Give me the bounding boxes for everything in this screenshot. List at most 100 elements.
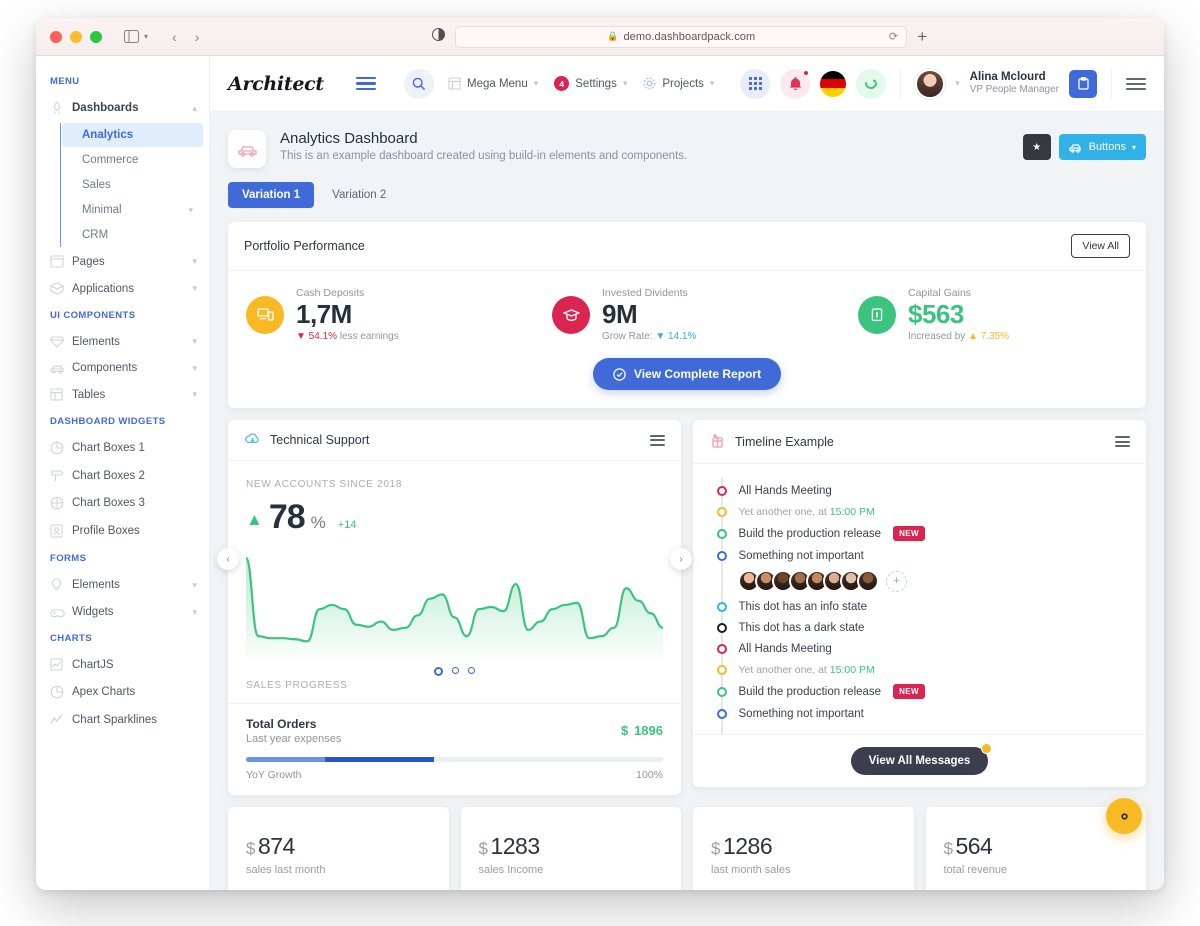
reload-icon[interactable]: ⟳ <box>889 30 898 43</box>
timeline-item[interactable]: Something not important <box>715 703 1128 724</box>
chevron-down-icon[interactable]: ▾ <box>192 283 197 294</box>
timeline-item[interactable]: All Hands Meeting <box>715 638 1128 659</box>
sidebar-item-pages[interactable]: Pages ▾ <box>36 248 209 275</box>
graduation-cap-icon <box>552 295 590 334</box>
pie-chart-icon <box>50 685 72 699</box>
app-logo[interactable]: Architect <box>228 73 356 95</box>
sidebar-item-tables[interactable]: Tables ▾ <box>36 381 209 408</box>
sidebar-item-elements[interactable]: Elements ▾ <box>36 328 209 355</box>
timeline-item[interactable]: Build the production release NEW <box>715 522 1128 545</box>
timeline-item[interactable]: All Hands Meeting <box>715 480 1128 501</box>
timeline-dot-warn <box>716 506 727 517</box>
topnav-item-projects[interactable]: Projects ▾ <box>643 77 714 90</box>
sidebar-item-analytics[interactable]: Analytics <box>62 123 203 147</box>
carousel-next-button[interactable]: › <box>670 548 692 571</box>
sidebar-item-applications[interactable]: Applications ▾ <box>36 275 209 302</box>
tab-variation-2[interactable]: Variation 2 <box>318 182 400 208</box>
menu-lines-icon[interactable] <box>650 434 665 446</box>
forward-button[interactable]: › <box>195 29 200 45</box>
view-all-button[interactable]: View All <box>1071 234 1130 258</box>
sidebar-toggle-icon[interactable]: ▾ <box>124 30 148 43</box>
view-complete-report-button[interactable]: View Complete Report <box>592 358 782 391</box>
sidebar-item-elements[interactable]: Elements ▾ <box>36 571 209 599</box>
chevron-down-icon[interactable]: ▾ <box>192 580 197 591</box>
sidebar-item-dashboards[interactable]: Dashboards ▴ <box>36 94 209 122</box>
sidebar-item-minimal[interactable]: Minimal ▾ <box>62 198 203 222</box>
metric-label: NEW ACCOUNTS SINCE 2018 <box>246 479 403 491</box>
grid-icon <box>448 77 461 90</box>
menu-lines-icon[interactable] <box>1115 436 1130 448</box>
back-button[interactable]: ‹ <box>172 29 177 45</box>
chevron-down-icon[interactable]: ▾ <box>192 363 197 374</box>
view-all-messages-button[interactable]: View All Messages <box>850 743 993 776</box>
kpi-trend: Grow Rate: ▼ 14.1% <box>602 331 697 343</box>
sidebar-item-label: Components <box>72 362 138 374</box>
add-member-button[interactable]: + <box>886 570 907 592</box>
carousel-dot-1[interactable] <box>434 667 443 677</box>
window-traffic-lights[interactable] <box>50 30 102 43</box>
tab-variation-1[interactable]: Variation 1 <box>228 182 315 208</box>
sidebar-item-chart-boxes-3[interactable]: Chart Boxes 3 <box>36 489 209 517</box>
sidebar-subitem-label: Sales <box>82 179 111 191</box>
chevron-down-icon[interactable]: ▾ <box>192 607 197 618</box>
clipboard-icon[interactable] <box>1069 69 1097 98</box>
buttons-dropdown-button[interactable]: Buttons ▾ <box>1058 134 1146 160</box>
browser-nav-arrows[interactable]: ‹ › <box>172 29 199 45</box>
page-subtitle: This is an example dashboard created usi… <box>280 150 688 162</box>
topnav-item-mega-menu[interactable]: Mega Menu ▾ <box>448 77 538 90</box>
chevron-down-icon[interactable]: ▾ <box>192 389 197 400</box>
sidebar-item-sales[interactable]: Sales <box>62 173 203 197</box>
progress-bar <box>246 757 663 763</box>
new-tab-button[interactable]: + <box>917 28 927 45</box>
chevron-down-icon[interactable]: ▾ <box>534 78 539 89</box>
notifications-button[interactable] <box>780 68 811 99</box>
status-smile-button[interactable] <box>856 68 887 99</box>
sidebar-item-apex-charts[interactable]: Apex Charts <box>36 678 209 706</box>
carousel-dot-2[interactable] <box>452 667 459 675</box>
sidebar-item-commerce[interactable]: Commerce <box>62 148 203 172</box>
carousel-prev-button[interactable]: ‹ <box>217 548 239 571</box>
star-icon[interactable]: ★ <box>1022 134 1051 160</box>
timeline-item[interactable]: Yet another one, at 15:00 PM <box>715 501 1128 522</box>
rocket-icon <box>50 101 72 115</box>
avatar[interactable] <box>915 68 946 99</box>
user-info[interactable]: Alina Mclourd VP People Manager <box>970 70 1059 97</box>
timeline-item[interactable]: Build the production release NEW <box>715 680 1128 703</box>
sidebar-item-components[interactable]: Components ▾ <box>36 355 209 381</box>
chevron-down-icon[interactable]: ▾ <box>623 78 628 89</box>
chevron-down-icon[interactable]: ▾ <box>188 205 193 216</box>
apps-grid-button[interactable] <box>740 68 771 99</box>
main-column: Architect Mega Menu ▾ 4 Settings ▾ Proje… <box>210 56 1164 890</box>
german-flag-icon[interactable] <box>820 70 847 97</box>
spark-label: sales Income <box>478 864 544 877</box>
hamburger-menu-icon[interactable] <box>356 76 376 91</box>
carousel-dot-3[interactable] <box>468 667 475 675</box>
privacy-shield-icon[interactable] <box>432 27 446 46</box>
timeline-item[interactable]: Something not important <box>715 545 1128 566</box>
maximize-window-button[interactable] <box>90 30 102 43</box>
topnav-item-settings[interactable]: 4 Settings ▾ <box>554 76 627 91</box>
timeline-item[interactable]: Yet another one, at 15:00 PM <box>715 659 1128 680</box>
gear-icon[interactable] <box>1106 798 1142 834</box>
chevron-down-icon[interactable]: ▾ <box>192 256 197 267</box>
sidebar-item-chartjs[interactable]: ChartJS <box>36 651 209 678</box>
avatar[interactable] <box>857 570 879 593</box>
sidebar-item-profile-boxes[interactable]: Profile Boxes <box>36 517 209 545</box>
search-icon[interactable] <box>404 68 434 99</box>
timeline-item[interactable]: This dot has a dark state <box>715 617 1128 638</box>
chevron-down-icon[interactable]: ▾ <box>955 78 960 89</box>
sidebar-item-chart-boxes-1[interactable]: Chart Boxes 1 <box>36 434 209 462</box>
chevron-up-icon[interactable]: ▴ <box>192 103 197 114</box>
sidebar-item-chart-sparklines[interactable]: Chart Sparklines <box>36 706 209 733</box>
carousel-dots[interactable] <box>246 659 663 680</box>
chevron-down-icon[interactable]: ▾ <box>192 336 197 347</box>
chevron-down-icon[interactable]: ▾ <box>710 78 715 89</box>
close-window-button[interactable] <box>50 30 62 43</box>
sidebar-item-crm[interactable]: CRM <box>62 223 203 247</box>
timeline-item[interactable]: This dot has an info state <box>715 596 1128 617</box>
sidebar-item-widgets[interactable]: Widgets ▾ <box>36 599 209 625</box>
minimize-window-button[interactable] <box>70 30 82 43</box>
address-bar[interactable]: 🔒 demo.dashboardpack.com ⟳ <box>455 25 908 48</box>
sidebar-item-chart-boxes-2[interactable]: Chart Boxes 2 <box>36 462 209 489</box>
right-hamburger-menu-icon[interactable] <box>1126 77 1146 90</box>
